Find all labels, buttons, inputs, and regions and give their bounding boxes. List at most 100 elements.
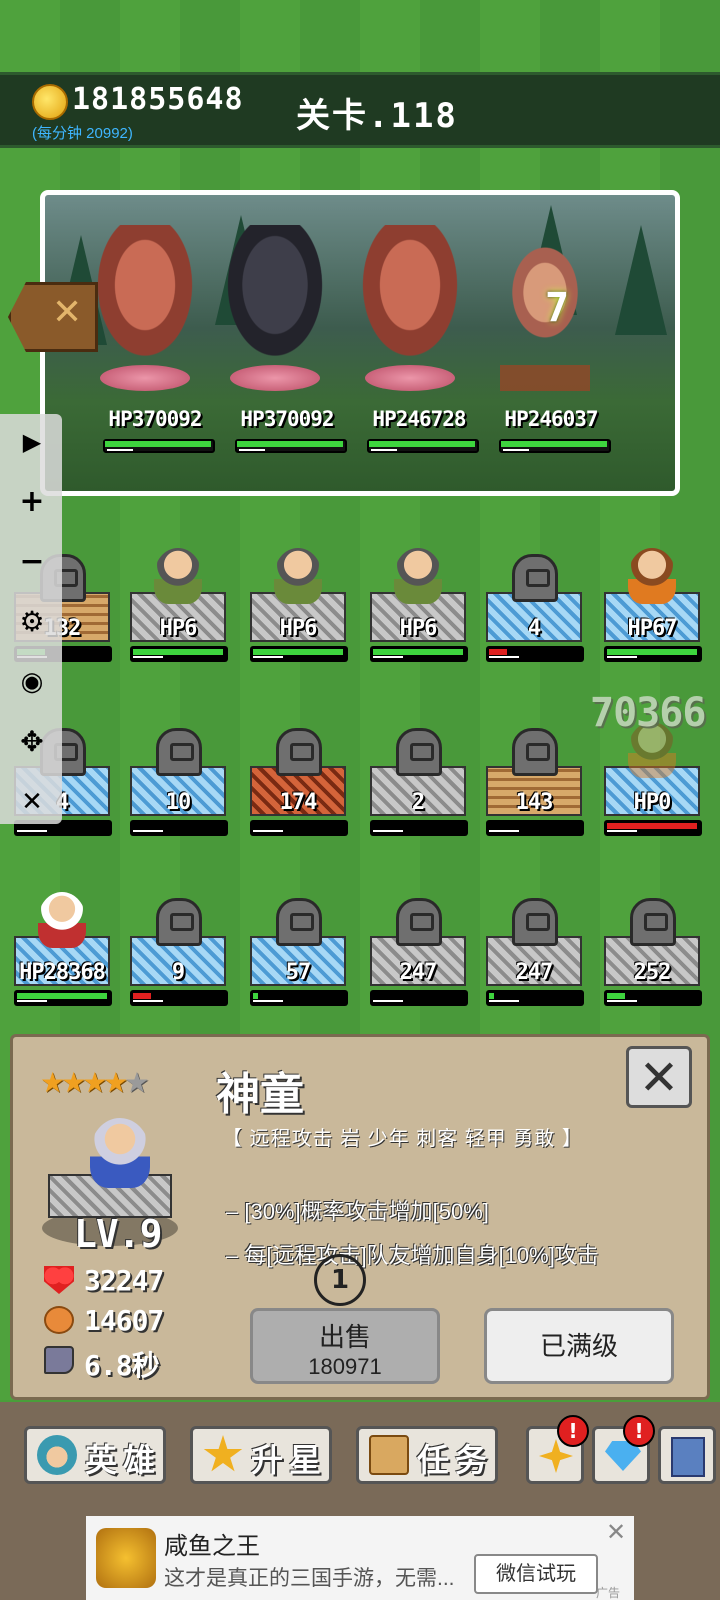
grid-cell[interactable]: HP6 [250,548,348,662]
enemy-hp-bar [367,439,479,453]
tombstone-icon[interactable] [156,898,202,946]
cooldown-line [373,656,403,658]
hero-tags: 【 远程攻击 岩 少年 刺客 轻甲 勇敢 】 [222,1128,583,1150]
attack-icon [44,1306,74,1334]
floating-toolbar: ▶ + − ⚙ ◉ ✥ ✕ [0,414,62,824]
cooldown-line [607,1000,637,1002]
sell-label: 出售 [318,1322,371,1352]
grid-cell[interactable]: 252 [604,892,702,1006]
grid-cell[interactable]: 9 [130,892,228,1006]
hp-bar-fill [133,993,151,999]
grid-cell[interactable]: HP67 [604,548,702,662]
hp-bar [604,990,702,1006]
hp-bar-fill [607,823,697,829]
hero-sage[interactable] [38,892,86,948]
max-level-button[interactable]: 已满级 [484,1308,674,1384]
cell-value-label: 247 [515,960,554,985]
cooldown-line [489,1000,519,1002]
star-up-button[interactable]: 升星 [190,1426,332,1484]
grid-cell[interactable]: HP0 [604,722,702,836]
hero-girl[interactable] [628,548,676,604]
cell-value-label: HP0 [633,790,672,815]
enemy-hp-bar [235,439,347,453]
grid-cell[interactable]: 10 [130,722,228,836]
hp-bar-fill [373,649,463,655]
hp-bar-fill [253,649,343,655]
ad-banner[interactable]: 咸鱼之王 这才是真正的三国手游，无需... 微信试玩 ✕ [86,1516,634,1600]
book-icon [671,1437,705,1477]
tombstone-icon[interactable] [156,728,202,776]
gold-amount: 181855648 [72,82,244,117]
tombstone-icon[interactable] [512,728,558,776]
enemy-hp-label: HP370092 [108,407,202,431]
cooldown-line [489,656,519,658]
hp-bar [250,820,348,836]
tombstone-icon[interactable] [630,898,676,946]
grid-cell[interactable]: 4 [486,548,584,662]
grid-cell[interactable]: 174 [250,722,348,836]
gear-icon[interactable]: ⚙ [12,602,52,642]
boot-icon [44,1346,74,1374]
ad-description: 这才是真正的三国手游，无需... [164,1567,455,1590]
ad-play-button[interactable]: 微信试玩 [474,1554,598,1594]
hero-face-icon [37,1435,77,1475]
cell-value-label: HP6 [399,616,438,641]
stage-label: 关卡.118 [296,96,458,136]
tombstone-icon[interactable] [276,898,322,946]
enemy-dark-knight[interactable] [215,225,335,375]
grid-cell[interactable]: HP28368 [14,892,112,1006]
battle-scene[interactable]: 7 HP370092 HP370092 HP246728 HP246037 [40,190,680,496]
grid-cell[interactable]: HP6 [130,548,228,662]
zoom-in-icon[interactable]: + [12,482,52,522]
tasks-button[interactable]: 任务 [356,1426,498,1484]
eye-hidden-icon[interactable]: ◉ [12,662,52,702]
target-marker-icon: 1 [314,1254,366,1306]
tombstone-icon[interactable] [396,728,442,776]
cooldown-line [253,1000,283,1002]
book-button[interactable] [658,1426,716,1484]
grid-cell[interactable]: 247 [370,892,468,1006]
hero-star-rating: ★★★★★ [40,1066,150,1099]
tombstone-icon[interactable] [512,554,558,602]
cell-value-label: 252 [633,960,672,985]
hero-boy[interactable] [274,548,322,604]
heroes-button[interactable]: 英雄 [24,1426,166,1484]
cooldown-line [133,830,163,832]
cell-value-label: HP67 [627,616,678,641]
close-icon[interactable]: ✕ [12,782,52,822]
grid-cell[interactable]: 143 [486,722,584,836]
grid-cell[interactable]: HP6 [370,548,468,662]
cell-value-label: HP6 [159,616,198,641]
medal-button[interactable]: ! [526,1415,589,1484]
grid-cell[interactable]: 247 [486,892,584,1006]
hp-bar [486,646,584,662]
move-icon[interactable]: ✥ [12,722,52,762]
close-detail-button[interactable]: ✕ [626,1046,692,1108]
enemy-hp-fill [501,441,607,447]
sell-button[interactable]: 出售 180971 [250,1308,440,1384]
zoom-out-icon[interactable]: − [12,542,52,582]
tombstone-icon[interactable] [512,898,558,946]
damage-popup: 7 [545,285,570,331]
grid-cell[interactable]: 2 [370,722,468,836]
cooldown-line [253,830,283,832]
hp-bar [486,820,584,836]
diamond-button[interactable]: ! [592,1415,655,1484]
hp-bar [130,646,228,662]
play-icon[interactable]: ▶ [12,422,52,462]
alert-badge: ! [623,1415,655,1447]
hp-bar [604,820,702,836]
grid-cell[interactable]: 57 [250,892,348,1006]
cell-value-label: HP28368 [19,960,106,985]
hp-bar-fill [133,649,223,655]
ad-close-icon[interactable]: ✕ [606,1518,626,1546]
hero-boy[interactable] [154,548,202,604]
ad-title: 咸鱼之王 [164,1533,260,1560]
cell-value-label: HP6 [279,616,318,641]
hero-boy[interactable] [394,548,442,604]
tombstone-icon[interactable] [396,898,442,946]
ad-game-logo [96,1528,156,1588]
enemy-ogre[interactable] [350,225,470,375]
tombstone-icon[interactable] [276,728,322,776]
enemy-ogre[interactable] [85,225,205,375]
